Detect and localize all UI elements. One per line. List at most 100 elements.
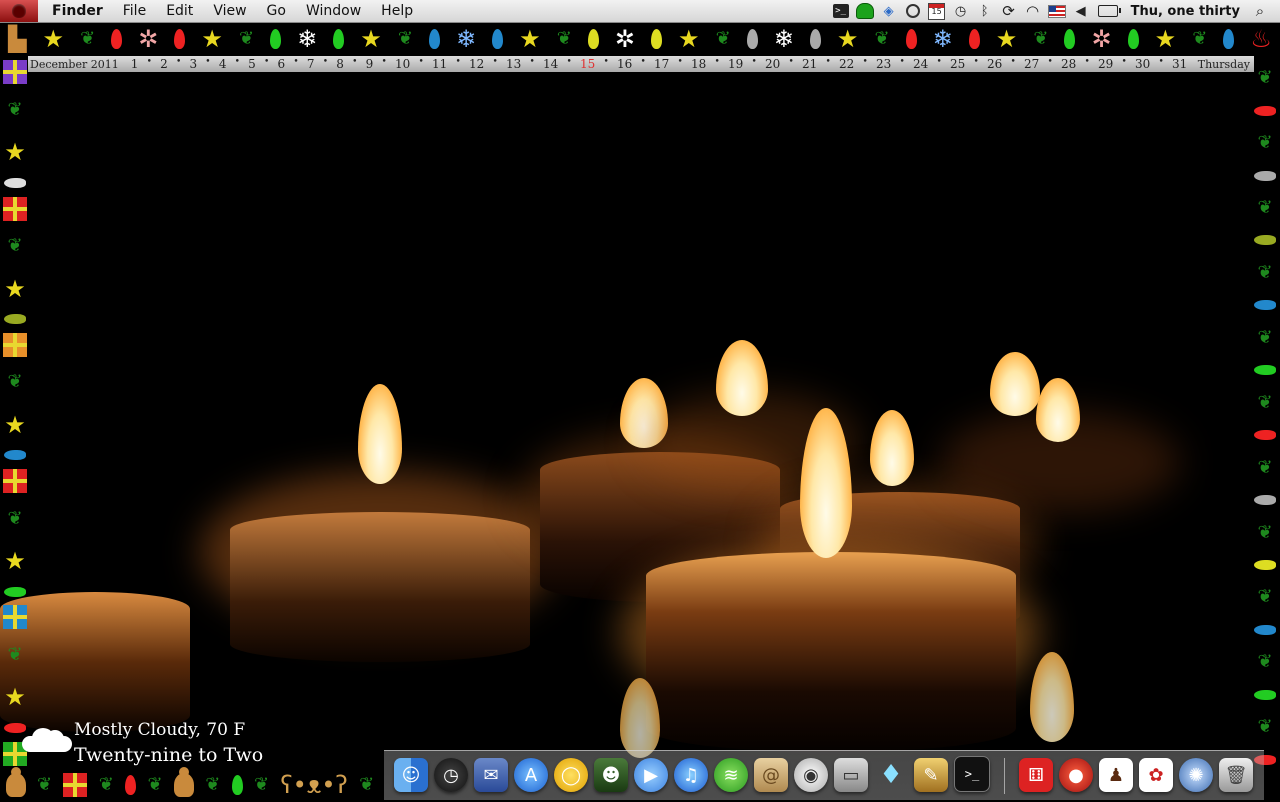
calendar-day: 15 bbox=[579, 57, 596, 71]
mushroom-icon[interactable] bbox=[855, 0, 875, 22]
calendar-separator: • bbox=[322, 57, 329, 67]
candle-flame bbox=[358, 384, 402, 484]
calendar-day: 10 bbox=[394, 57, 411, 71]
calendar-icon[interactable]: 15 bbox=[927, 0, 947, 22]
dock-crystal[interactable]: ♦ bbox=[874, 758, 908, 792]
terminal-icon[interactable]: >_ bbox=[831, 0, 851, 22]
dock-keynote[interactable]: ▭ bbox=[834, 758, 868, 792]
menu-window[interactable]: Window bbox=[296, 0, 371, 22]
dock-mail[interactable]: ✉ bbox=[474, 758, 508, 792]
bluetooth-icon[interactable]: ᛒ bbox=[975, 0, 995, 22]
calendar-day: 29 bbox=[1097, 57, 1114, 71]
dock-button-stack[interactable]: ● bbox=[1059, 758, 1093, 792]
green-bulb-icon bbox=[333, 29, 345, 49]
desktop-wallpaper bbox=[0, 72, 1280, 800]
green-bulb-icon bbox=[1254, 689, 1276, 700]
menu-view[interactable]: View bbox=[203, 0, 256, 22]
dock-trash[interactable]: 🗑 bbox=[1219, 758, 1253, 792]
calendar-separator: • bbox=[293, 57, 299, 67]
garland-top: ▙ ★ ❦ ✲ ★ ❦ ❄ ★ ❦ ❄ ★ ❦ ✲ ★ ❦ ❄ ★ ❦ ❄ ★ … bbox=[0, 22, 1280, 56]
calendar-day: 3 bbox=[189, 57, 198, 71]
dock-zombie-game[interactable]: ☻ bbox=[594, 758, 628, 792]
calendar-day: 4 bbox=[218, 57, 227, 71]
calendar-day: 30 bbox=[1134, 57, 1151, 71]
calendar-separator: • bbox=[234, 57, 240, 67]
candle-flame bbox=[1036, 378, 1080, 442]
calendar-separator: • bbox=[205, 57, 211, 67]
dock-address-book[interactable]: @ bbox=[754, 758, 788, 792]
holly-icon: ❦ bbox=[1257, 261, 1273, 283]
dock-finder[interactable]: ☺ bbox=[394, 758, 428, 792]
us-flag-icon[interactable] bbox=[1047, 0, 1067, 22]
dock-pick-stack[interactable]: ✿ bbox=[1139, 758, 1173, 792]
chrome-icon: ◯ bbox=[560, 764, 582, 786]
calendar-day: 18 bbox=[690, 57, 707, 71]
gingerbread-icon: ▙ bbox=[8, 25, 27, 53]
calendar-day: 8 bbox=[336, 57, 344, 71]
dock-movie-stack[interactable]: ♟ bbox=[1099, 758, 1133, 792]
calendar-day: 7 bbox=[306, 57, 315, 71]
spotlight-icon[interactable]: ⌕ bbox=[1250, 0, 1270, 22]
star-icon: ★ bbox=[836, 25, 859, 53]
dock-dice-stack[interactable]: ⚅ bbox=[1019, 758, 1053, 792]
dock-chrome[interactable]: ◯ bbox=[554, 758, 588, 792]
dock-terminal[interactable]: >_ bbox=[954, 756, 990, 792]
holly-icon: ❦ bbox=[253, 774, 270, 795]
preview-icon: ✎ bbox=[923, 764, 939, 786]
volume-icon[interactable]: ◀ bbox=[1071, 0, 1091, 22]
garland-left: ❦ ★ ❦ ★ ❦ ★ ❦ ★ ❦ ★ bbox=[0, 56, 30, 770]
dock: ☺ ◷ ✉ A ◯ ☻ ▶ ♫ ≋ @ ◉ ▭ ♦ ✎ >_ ⚅ ● ♟ ✿ ✺… bbox=[384, 750, 1264, 800]
weather-condition: Mostly Cloudy, 70 F bbox=[74, 720, 246, 740]
calendar-day: 6 bbox=[277, 57, 286, 71]
gingerbread-icon bbox=[173, 767, 194, 797]
time-machine-icon[interactable]: ◷ bbox=[951, 0, 971, 22]
teddy-bear-icon: ʕ•ᴥ•ʔ bbox=[280, 771, 348, 799]
holly-icon: ❦ bbox=[874, 28, 890, 49]
dvd-icon: ◉ bbox=[803, 764, 819, 786]
green-bulb-icon bbox=[1127, 29, 1139, 49]
dock-preview[interactable]: ✎ bbox=[914, 758, 948, 792]
holly-icon: ❦ bbox=[1257, 586, 1273, 608]
menu-bar: Finder File Edit View Go Window Help >_ … bbox=[0, 0, 1280, 23]
dock-ichat[interactable]: ▶ bbox=[634, 758, 668, 792]
dock-dvd-player[interactable]: ◉ bbox=[794, 758, 828, 792]
star-icon: ★ bbox=[4, 683, 26, 712]
menu-help[interactable]: Help bbox=[371, 0, 423, 22]
calendar-separator: • bbox=[973, 57, 979, 67]
menu-clock[interactable]: Thu, one thirty bbox=[1123, 4, 1248, 19]
candle-front bbox=[646, 552, 1016, 752]
zombie-icon: ☻ bbox=[601, 764, 621, 786]
menu-edit[interactable]: Edit bbox=[156, 0, 203, 22]
menu-go[interactable]: Go bbox=[257, 0, 296, 22]
green-bulb-icon bbox=[1064, 29, 1076, 49]
yellow-bulb-icon bbox=[650, 29, 662, 49]
snowflake-icon: ❄ bbox=[455, 25, 477, 53]
calendar-separator: • bbox=[418, 57, 424, 67]
apple-icon[interactable] bbox=[0, 0, 38, 22]
dock-itunes[interactable]: ♫ bbox=[674, 758, 708, 792]
dock-app-store[interactable]: A bbox=[514, 758, 548, 792]
star-icon: ★ bbox=[4, 138, 26, 167]
calendar-strip: December 2011 1 • 2 • 3 • 4 • 5 • 6 • 7 • 8 • 9 • 10 • 11 • 12… bbox=[28, 56, 1254, 72]
holly-icon: ❦ bbox=[1033, 28, 1049, 49]
red-bulb-icon bbox=[1254, 105, 1276, 116]
calendar-separator: • bbox=[751, 57, 757, 67]
calendar-day: 16 bbox=[616, 57, 633, 71]
blue-bulb-icon bbox=[1254, 300, 1276, 311]
battery-icon[interactable] bbox=[1095, 0, 1121, 22]
holly-icon: ❦ bbox=[1257, 521, 1273, 543]
green-bulb-icon bbox=[1254, 365, 1276, 376]
wifi-icon[interactable]: ◠ bbox=[1023, 0, 1043, 22]
dock-spotify[interactable]: ≋ bbox=[714, 758, 748, 792]
calendar-day: 31 bbox=[1171, 57, 1188, 71]
dock-blue-orb-stack[interactable]: ✺ bbox=[1179, 758, 1213, 792]
calendar-days: 1 • 2 • 3 • 4 • 5 • 6 • 7 • 8 • 9 • 10 • 11 • 12 • 13 • 14 • 15 • 16 • 1… bbox=[125, 57, 1194, 71]
address-book-icon: @ bbox=[762, 764, 780, 786]
menu-finder[interactable]: Finder bbox=[38, 0, 113, 22]
dock-dashboard[interactable]: ◷ bbox=[434, 758, 468, 792]
refresh-icon[interactable]: ⟳ bbox=[999, 0, 1019, 22]
dropbox-icon[interactable]: ◈ bbox=[879, 0, 899, 22]
menu-file[interactable]: File bbox=[113, 0, 156, 22]
sync-icon[interactable] bbox=[903, 0, 923, 22]
calendar-day: 2 bbox=[160, 57, 168, 71]
